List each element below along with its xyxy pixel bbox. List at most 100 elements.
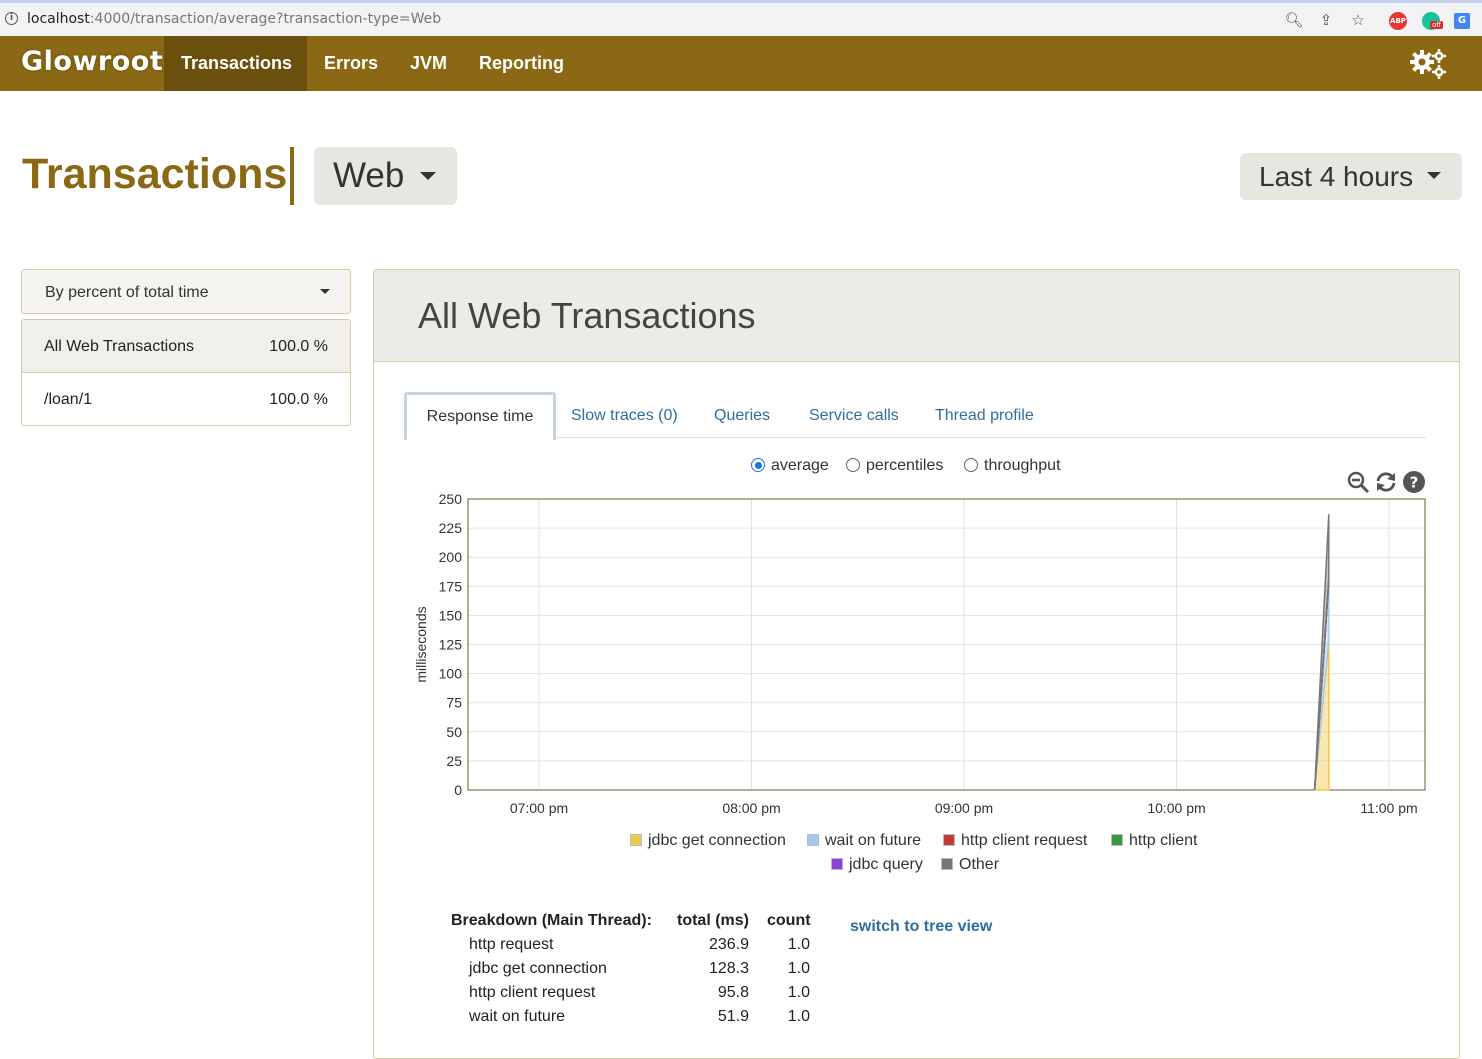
grammarly-extension-icon[interactable]: off — [1422, 12, 1444, 30]
y-tick-label: 75 — [446, 695, 462, 711]
breakdown-count: 1.0 — [787, 960, 810, 977]
legend-item: jdbc query — [831, 856, 923, 874]
tab-thread-profile[interactable]: Thread profile — [935, 392, 1034, 438]
legend-label: http client request — [961, 832, 1088, 849]
y-axis-label: milliseconds — [413, 606, 429, 682]
tab-slow-traces[interactable]: Slow traces (0) — [571, 392, 678, 438]
transaction-name: /loan/1 — [44, 391, 93, 408]
chart-mode-radios: average percentiles throughput — [0, 457, 1482, 479]
y-tick-label: 200 — [439, 549, 463, 565]
tab-queries[interactable]: Queries — [714, 392, 770, 438]
nav-jvm[interactable]: JVM — [393, 36, 464, 91]
panel-header: All Web Transactions — [374, 270, 1459, 362]
breakdown-name: http request — [469, 936, 554, 953]
transaction-item-all[interactable]: All Web Transactions 100.0 % — [22, 320, 350, 373]
breakdown-row: jdbc get connection 128.3 1.0 — [451, 960, 851, 984]
breakdown-name: wait on future — [469, 1008, 566, 1025]
transaction-percent: 100.0 % — [269, 338, 328, 355]
x-tick-label: 09:00 pm — [935, 800, 993, 816]
url-text[interactable]: localhost:4000/transaction/average?trans… — [27, 11, 441, 27]
legend-label: http client — [1129, 832, 1198, 849]
settings-gear-icon[interactable] — [1408, 48, 1448, 80]
x-tick-label: 11:00 pm — [1360, 800, 1417, 816]
legend-label: wait on future — [825, 832, 922, 849]
legend-item: wait on future — [807, 832, 921, 850]
legend-swatch — [1111, 834, 1123, 846]
y-tick-label: 175 — [439, 578, 463, 594]
tab-response-time[interactable]: Response time — [404, 392, 556, 440]
breakdown-title: Breakdown (Main Thread): — [451, 912, 652, 929]
breakdown-total: 95.8 — [717, 984, 749, 1001]
breakdown-name: jdbc get connection — [469, 960, 607, 977]
y-tick-label: 250 — [439, 491, 463, 507]
legend-swatch — [941, 858, 953, 870]
breakdown-count: 1.0 — [787, 984, 810, 1001]
radio-throughput[interactable]: throughput — [964, 457, 1061, 475]
translate-extension-icon[interactable]: G — [1454, 13, 1470, 29]
breakdown-total: 128.3 — [708, 960, 749, 977]
legend-swatch — [630, 834, 642, 846]
tab-service-calls[interactable]: Service calls — [809, 392, 899, 438]
y-tick-label: 0 — [454, 782, 462, 798]
nav-transactions[interactable]: Transactions — [164, 36, 307, 91]
y-tick-label: 100 — [439, 666, 463, 682]
breakdown-row: http client request 95.8 1.0 — [451, 984, 851, 1008]
transaction-percent: 100.0 % — [269, 391, 328, 408]
legend-item: jdbc get connection — [630, 832, 786, 850]
nav-reporting[interactable]: Reporting — [462, 36, 581, 91]
breakdown-col-count: count — [767, 912, 811, 929]
time-range-label: Last 4 hours — [1259, 161, 1414, 192]
page-title: Transactions — [22, 150, 288, 198]
legend-swatch — [943, 834, 955, 846]
switch-to-tree-view-link[interactable]: switch to tree view — [850, 918, 992, 936]
panel-title: All Web Transactions — [418, 295, 756, 336]
legend-swatch — [831, 858, 843, 870]
transaction-type-dropdown[interactable]: Web — [314, 147, 457, 205]
radio-percentiles[interactable]: percentiles — [846, 457, 943, 475]
y-tick-label: 225 — [439, 520, 463, 536]
zoom-icon[interactable]: 🔍︎ — [1284, 10, 1304, 30]
x-tick-label: 08:00 pm — [722, 800, 780, 816]
share-icon[interactable]: ⇪ — [1316, 10, 1336, 30]
legend-item: http client — [1111, 832, 1197, 850]
transaction-item-loan[interactable]: /loan/1 100.0 % — [22, 373, 350, 426]
transaction-type-label: Web — [333, 156, 405, 195]
legend-item: Other — [941, 856, 999, 874]
radio-average[interactable]: average — [751, 457, 829, 475]
brand-logo[interactable]: Glowroot — [21, 46, 163, 77]
radio-dot[interactable] — [964, 458, 978, 472]
breakdown-count: 1.0 — [787, 936, 810, 953]
chevron-down-icon — [1427, 172, 1441, 179]
title-separator — [290, 147, 294, 205]
legend-label: jdbc query — [849, 856, 923, 873]
y-tick-label: 50 — [446, 724, 462, 740]
breakdown-total: 51.9 — [717, 1008, 749, 1025]
legend-label: jdbc get connection — [648, 832, 786, 849]
app-navbar: Glowroot Transactions Errors JVM Reporti… — [0, 36, 1482, 91]
breakdown-row: wait on future 51.9 1.0 — [451, 1008, 851, 1032]
chevron-down-icon — [420, 172, 436, 180]
y-tick-label: 150 — [439, 607, 463, 623]
transaction-name: All Web Transactions — [44, 338, 194, 355]
breakdown-col-total: total (ms) — [677, 912, 749, 929]
browser-address-bar[interactable]: i localhost:4000/transaction/average?tra… — [0, 0, 1482, 36]
transaction-list: All Web Transactions 100.0 % /loan/1 100… — [21, 319, 351, 426]
chevron-down-icon — [320, 289, 330, 294]
legend-swatch — [807, 834, 819, 846]
nav-errors[interactable]: Errors — [307, 36, 395, 91]
radio-dot[interactable] — [751, 458, 765, 472]
breakdown-count: 1.0 — [787, 1008, 810, 1025]
radio-dot[interactable] — [846, 458, 860, 472]
legend-label: Other — [959, 856, 1000, 873]
breakdown-name: http client request — [469, 984, 596, 1001]
response-time-chart[interactable]: 0 25 50 75 100 125 150 175 200 225 250 07:00 pm 08:0… — [400, 488, 1440, 824]
adblock-extension-icon[interactable]: ABP — [1389, 12, 1407, 30]
site-info-icon[interactable]: i — [5, 12, 18, 25]
y-tick-label: 25 — [446, 753, 462, 769]
breakdown-row: http request 236.9 1.0 — [451, 936, 851, 960]
sort-select[interactable]: By percent of total time — [21, 269, 351, 314]
sort-select-label: By percent of total time — [45, 284, 209, 301]
time-range-dropdown[interactable]: Last 4 hours — [1240, 153, 1462, 200]
x-tick-label: 07:00 pm — [510, 800, 568, 816]
bookmark-star-icon[interactable]: ☆ — [1348, 10, 1368, 30]
